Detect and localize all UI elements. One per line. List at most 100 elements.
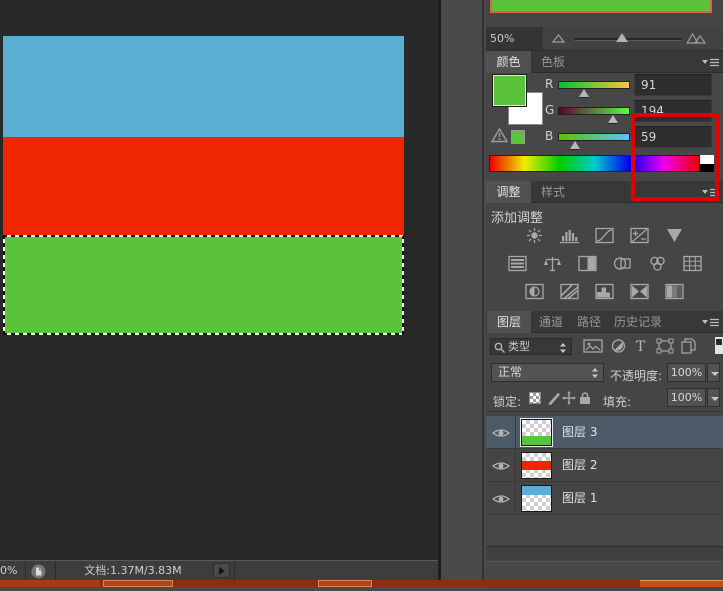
layer-filter-toggle[interactable] [715,337,723,354]
channel-r-label: R [545,77,557,91]
strip-segment [103,580,173,587]
selection-marching-ants-top [3,235,404,237]
panel-menu-icon[interactable] [702,57,719,68]
rgb-values-annotation-box [631,113,719,201]
adjustment-layer-filter-icon[interactable] [610,338,627,354]
red-value-field[interactable]: 91 [634,74,712,96]
hue-saturation-icon[interactable] [507,255,528,272]
lock-transparency-icon[interactable] [529,392,541,404]
curves-icon[interactable] [594,227,615,244]
shape-layer-filter-icon[interactable] [656,338,674,354]
navigator-zoom-slider[interactable] [574,38,682,41]
color-balance-icon[interactable] [542,255,563,272]
divider [25,562,26,581]
red-slider-thumb[interactable] [579,89,589,97]
layer-thumbnail[interactable] [521,419,552,446]
layer-row-1[interactable]: 图层 1 [486,482,723,515]
tab-paths[interactable]: 路径 [571,311,607,333]
levels-icon[interactable] [559,227,580,244]
chevron-down-icon [711,397,719,401]
selection-marching-ants-left [3,236,5,335]
navigator-preview[interactable] [490,0,712,13]
posterize-icon[interactable] [559,283,580,300]
canvas-area[interactable] [0,0,438,560]
brightness-contrast-icon[interactable] [524,227,545,244]
layer-thumbnail[interactable] [521,452,552,479]
tab-adjustments[interactable]: 调整 [486,181,531,203]
background-window-strip [0,580,723,587]
channel-mixer-icon[interactable] [647,255,668,272]
color-lookup-icon[interactable] [682,255,703,272]
divider [486,411,723,412]
navigator-zoom-field[interactable]: 50% [486,27,543,50]
zoom-level-field[interactable]: 0% [0,561,24,580]
right-triangle-icon [219,567,225,575]
invert-icon[interactable] [524,283,545,300]
blue-channel-slider[interactable] [558,133,630,141]
photo-filter-icon[interactable] [612,255,633,272]
panel-menu-icon[interactable] [702,317,719,328]
tab-color[interactable]: 颜色 [486,51,531,73]
document-info-icon[interactable] [31,564,46,579]
layers-panel-bottom-bar [486,546,723,560]
tab-layers[interactable]: 图层 [487,311,531,333]
lock-pixels-brush-icon[interactable] [546,391,560,405]
type-layer-filter-icon[interactable]: T [633,338,648,354]
opacity-value-field[interactable]: 100% [667,363,706,382]
blend-mode-dropdown[interactable]: 正常 [491,363,604,382]
web-safe-color-swatch[interactable] [511,130,525,144]
visibility-toggle[interactable] [486,449,516,482]
layer-name[interactable]: 图层 1 [562,482,597,515]
green-slider-thumb[interactable] [608,115,618,123]
fill-value-field[interactable]: 100% [667,388,706,407]
fill-label: 填充: [603,393,631,410]
layer-row-2[interactable]: 图层 2 [486,449,723,482]
pixel-layer-filter-icon[interactable] [583,338,603,354]
lock-position-move-icon[interactable] [562,391,576,405]
visibility-toggle[interactable] [486,416,516,449]
tab-styles[interactable]: 样式 [532,181,574,203]
eye-icon [492,493,510,505]
updown-spinner-icon [559,342,567,354]
tab-history[interactable]: 历史记录 [609,311,667,333]
gamut-warning-icon[interactable] [491,128,508,143]
divider [55,562,56,581]
opacity-dropdown-button[interactable] [707,363,720,382]
selective-color-icon[interactable] [664,283,685,300]
lock-all-icon[interactable] [579,391,591,405]
fill-dropdown-button[interactable] [707,388,720,407]
gradient-map-icon[interactable] [629,283,650,300]
layer-name[interactable]: 图层 3 [562,416,597,449]
tab-channels[interactable]: 通道 [533,311,569,333]
layer-thumbnail[interactable] [521,485,552,512]
zoom-in-icon[interactable] [686,32,706,44]
red-channel-slider[interactable] [558,81,630,89]
blue-slider-thumb[interactable] [570,141,580,149]
channel-g-label: G [545,103,557,117]
green-stripe [3,236,404,335]
filter-type-dropdown[interactable]: 类型 [490,338,572,355]
status-bar-menu-button[interactable] [213,563,230,578]
layer-row-3[interactable]: 图层 3 [486,416,723,449]
smart-object-filter-icon[interactable] [680,338,697,354]
black-white-icon[interactable] [577,255,598,272]
search-icon [494,342,506,354]
lock-label: 锁定: [493,393,521,410]
navigator-zoom-row: 50% [486,27,723,50]
navigator-zoom-slider-thumb[interactable] [616,33,628,42]
tab-swatches[interactable]: 色板 [532,51,574,73]
foreground-color-swatch[interactable] [492,74,527,107]
strip-segment [0,580,100,587]
green-channel-slider[interactable] [558,107,630,115]
lock-row: 锁定: 填充: 100% [486,385,723,411]
document-size-info: 文档:1.37M/3.83M [58,561,208,580]
color-panel-tabbar: 颜色 色板 [486,51,723,73]
vibrance-icon[interactable] [664,227,685,244]
exposure-icon[interactable] [629,227,650,244]
visibility-toggle[interactable] [486,482,516,515]
layers-panel: 图层 通道 路径 历史记录 类型 [486,311,723,580]
threshold-icon[interactable] [594,283,615,300]
document-canvas[interactable] [3,36,404,335]
layer-name[interactable]: 图层 2 [562,449,597,482]
zoom-out-icon[interactable] [552,34,565,43]
